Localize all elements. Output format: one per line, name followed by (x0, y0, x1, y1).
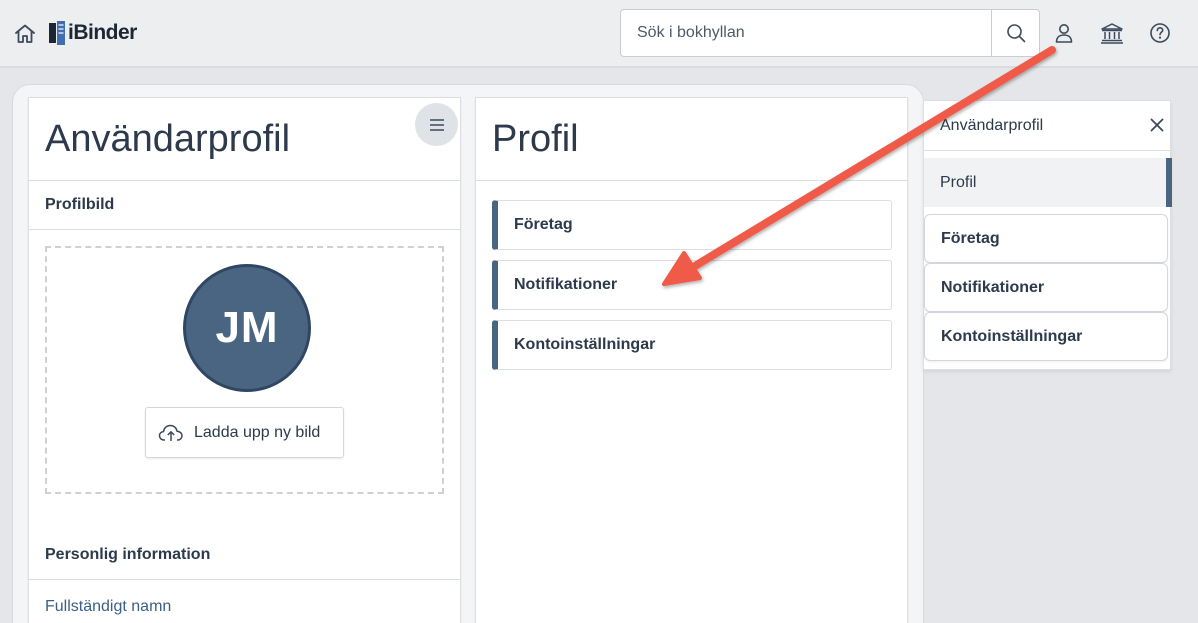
upload-button-label: Ladda upp ny bild (194, 423, 321, 441)
flyout-item-account-settings[interactable]: Kontoinställningar (924, 312, 1168, 361)
divider (476, 180, 907, 181)
divider (29, 180, 460, 181)
cloud-upload-icon (158, 424, 183, 441)
top-bar: iBinder (0, 0, 1198, 68)
divider (924, 150, 1170, 151)
divider (29, 579, 460, 580)
full-name-label[interactable]: Fullständigt namn (45, 598, 171, 616)
nav-card-label: Kontoinställningar (514, 336, 656, 353)
flyout-item-label: Kontoinställningar (941, 327, 1083, 345)
upload-picture-button[interactable]: Ladda upp ny bild (145, 407, 344, 458)
organization-button[interactable] (1099, 20, 1125, 46)
profile-picture-dropzone[interactable]: JM Ladda upp ny bild (45, 246, 444, 494)
nav-card-label: Företag (514, 216, 573, 233)
search-button[interactable] (991, 10, 1039, 56)
ibinder-logo[interactable]: iBinder (48, 20, 137, 46)
profile-flyout-menu: Användarprofil Profil Företag Notifikati… (923, 100, 1172, 370)
user-profile-panel: Användarprofil Profilbild JM Ladda upp n… (28, 97, 461, 623)
close-icon[interactable] (1148, 116, 1166, 134)
flyout-title: Användarprofil (940, 117, 1044, 134)
logo-text: iBinder (68, 21, 137, 44)
avatar-initials: JM (215, 303, 279, 352)
flyout-item-label: Profil (940, 173, 977, 191)
nav-card-account-settings[interactable]: Kontoinställningar (492, 320, 892, 370)
search-input[interactable] (621, 10, 992, 56)
help-button[interactable] (1147, 20, 1173, 46)
flyout-item-label: Företag (941, 229, 1000, 247)
search-icon (1006, 24, 1025, 43)
flyout-item-notifications[interactable]: Notifikationer (924, 263, 1168, 312)
search-box (620, 9, 1040, 57)
nav-card-label: Notifikationer (514, 276, 618, 293)
flyout-item-label: Notifikationer (941, 278, 1045, 296)
profile-picture-label: Profilbild (45, 196, 115, 213)
flyout-item-company[interactable]: Företag (924, 214, 1168, 263)
personal-info-label: Personlig information (45, 546, 211, 563)
nav-card-company[interactable]: Företag (492, 200, 892, 250)
binder-logo-icon (49, 21, 65, 45)
user-profile-button[interactable] (1051, 20, 1077, 46)
hamburger-menu-icon (429, 118, 444, 131)
page-title: Användarprofil (45, 118, 291, 160)
nav-card-notifications[interactable]: Notifikationer (492, 260, 892, 310)
home-icon[interactable] (13, 22, 37, 46)
flyout-item-profile[interactable]: Profil (924, 158, 1172, 207)
help-question-icon (1150, 23, 1170, 43)
avatar: JM (183, 264, 311, 392)
profile-panel: Profil Företag Notifikationer Kontoinstä… (475, 97, 908, 623)
user-icon (1055, 24, 1073, 43)
panel-menu-button[interactable] (415, 103, 458, 146)
profile-panel-title: Profil (492, 118, 579, 160)
bank-building-icon (1101, 23, 1123, 44)
divider (29, 229, 460, 230)
